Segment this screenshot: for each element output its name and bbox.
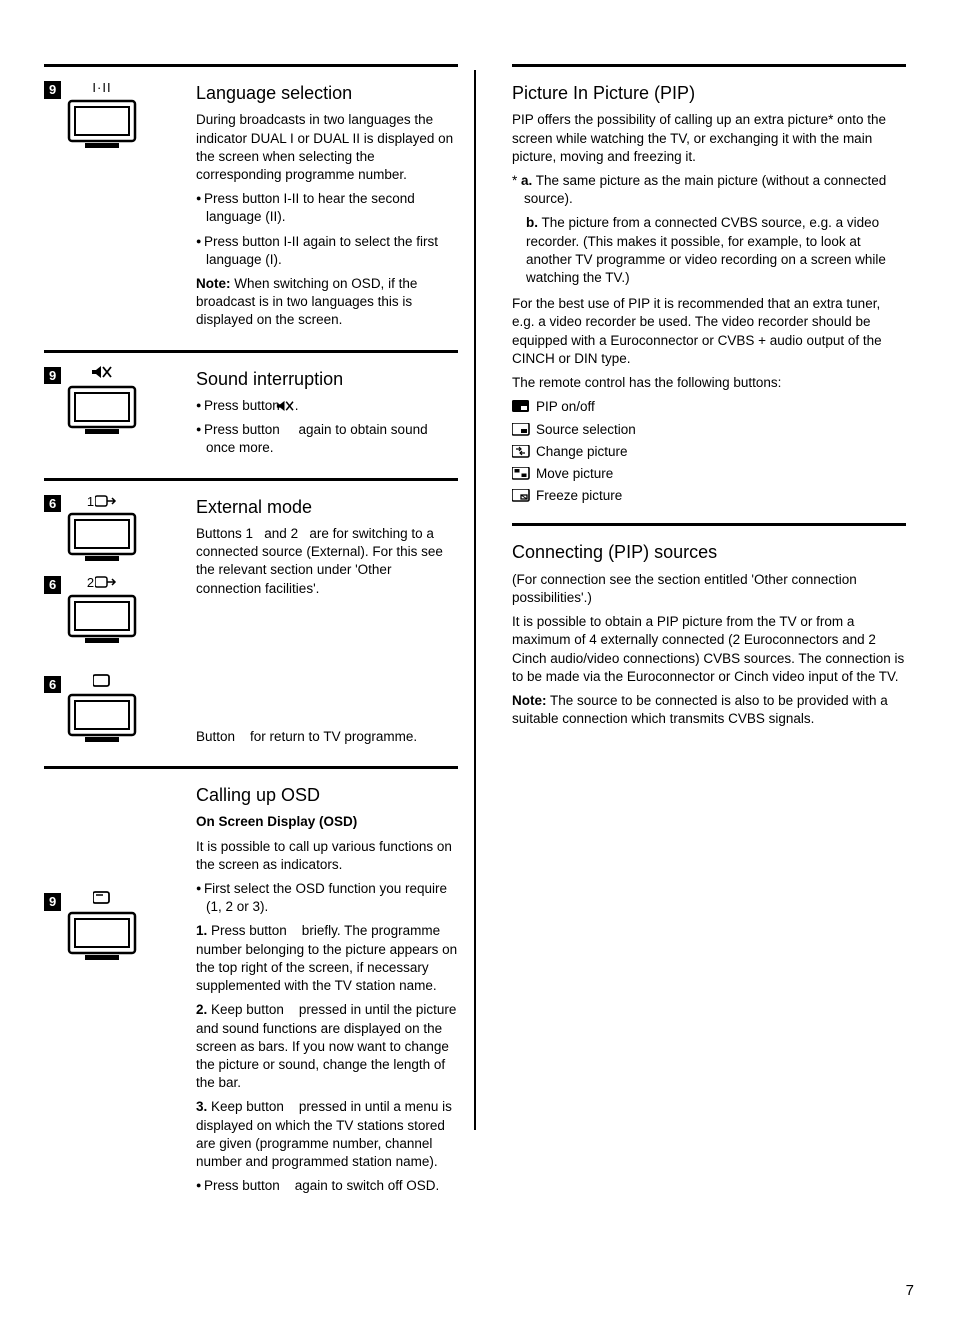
section-language: 9 I·II Language selection During broadca… (44, 64, 458, 350)
pip-star-a: * a. The same picture as the main pictur… (512, 172, 906, 208)
remote-fig-ext1: 6 1 (44, 491, 137, 563)
tv-icon (67, 594, 137, 644)
page-number: 7 (906, 1281, 914, 1301)
heading-external: External mode (196, 495, 458, 519)
pip-p3: The remote control has the following but… (512, 374, 906, 392)
pip-btn-source: Source selection (512, 421, 906, 439)
sound-bullet-2: Press button again to obtain sound once … (196, 421, 458, 457)
remote-fig-ext2: 6 2 (44, 572, 137, 644)
heading-language: Language selection (196, 81, 458, 105)
fig-tag: 6 (44, 676, 61, 694)
osd-p1: It is possible to call up various functi… (196, 838, 458, 874)
heading-pip: Picture In Picture (PIP) (512, 81, 906, 105)
fig-tag: 6 (44, 495, 61, 513)
osd-step-3: 3. Keep button pressed in until a menu i… (196, 1098, 458, 1171)
heading-osd: Calling up OSD (196, 783, 458, 807)
osd-sub: On Screen Display (OSD) (196, 813, 458, 831)
pip-btn-onoff: PIP on/off (512, 398, 906, 416)
pip-btn-freeze: Freeze picture (512, 487, 906, 505)
remote-fig-language: 9 I·II (44, 77, 137, 149)
remote-fig-sound: 9 (44, 363, 137, 436)
connecting-p2: It is possible to obtain a PIP picture f… (512, 613, 906, 686)
tv-icon (67, 911, 137, 961)
pip-move-icon (512, 467, 530, 481)
section-pip: Picture In Picture (PIP) PIP offers the … (512, 64, 906, 509)
sound-bullet-1: Press button . (196, 397, 458, 415)
language-bullet-1: Press button I-II to hear the second lan… (196, 190, 458, 226)
section-external: 6 1 6 2 6 (44, 478, 458, 766)
connecting-note: Note: The source to be connected is also… (512, 692, 906, 728)
column-divider (474, 70, 476, 1130)
pip-button-list: PIP on/off Source selection Change pictu… (512, 398, 906, 505)
language-bullet-2: Press button I-II again to select the fi… (196, 233, 458, 269)
pip-onoff-icon (512, 400, 530, 414)
connecting-p1: (For connection see the section entitled… (512, 571, 906, 607)
tv-icon (67, 385, 137, 435)
pip-p1: PIP offers the possibility of calling up… (512, 111, 906, 166)
section-osd: 9 Calling up OSD On Screen Display (OSD)… (44, 766, 458, 1215)
osd-step-1: 1. Press button briefly. The programme n… (196, 922, 458, 995)
pip-btn-change: Change picture (512, 443, 906, 461)
section-sound: 9 Sound interruption Press button . Pres… (44, 350, 458, 478)
external-p1: Buttons 1 and 2 are for switching to a c… (196, 525, 458, 598)
rect-icon (67, 672, 137, 694)
heading-sound: Sound interruption (196, 367, 458, 391)
fig-tag: 9 (44, 893, 61, 911)
pip-star-b: b. The picture from a connected CVBS sou… (526, 214, 906, 287)
fig-tag: 9 (44, 367, 61, 385)
remote-fig-ext3: 6 (44, 672, 137, 744)
tv-icon (67, 512, 137, 562)
language-intro: During broadcasts in two languages the i… (196, 111, 458, 184)
heading-connecting: Connecting (PIP) sources (512, 540, 906, 564)
osd-btn-icon (67, 889, 137, 911)
pip-btn-move: Move picture (512, 465, 906, 483)
fig-tag: 6 (44, 576, 61, 594)
ext1-icon: 1 (67, 491, 137, 513)
tv-icon (67, 693, 137, 743)
tv-icon (67, 99, 137, 149)
fig-label-dual: I·II (67, 77, 137, 99)
external-p2: Button for return to TV programme. (196, 728, 458, 746)
pip-source-icon (512, 423, 530, 437)
ext2-icon: 2 (67, 572, 137, 594)
language-note: Note: When switching on OSD, if the broa… (196, 275, 458, 330)
osd-bullet-1: First select the OSD function you requir… (196, 880, 458, 916)
fig-tag: 9 (44, 81, 61, 99)
pip-p2: For the best use of PIP it is recommende… (512, 295, 906, 368)
remote-fig-osd: 9 (44, 889, 137, 961)
osd-bullet-2: Press button again to switch off OSD. (196, 1177, 458, 1195)
osd-step-2: 2. Keep button pressed in until the pict… (196, 1001, 458, 1092)
mute-icon (67, 363, 137, 386)
pip-freeze-icon (512, 489, 530, 503)
section-connecting: Connecting (PIP) sources (For connection… (512, 523, 906, 734)
pip-change-icon (512, 445, 530, 459)
